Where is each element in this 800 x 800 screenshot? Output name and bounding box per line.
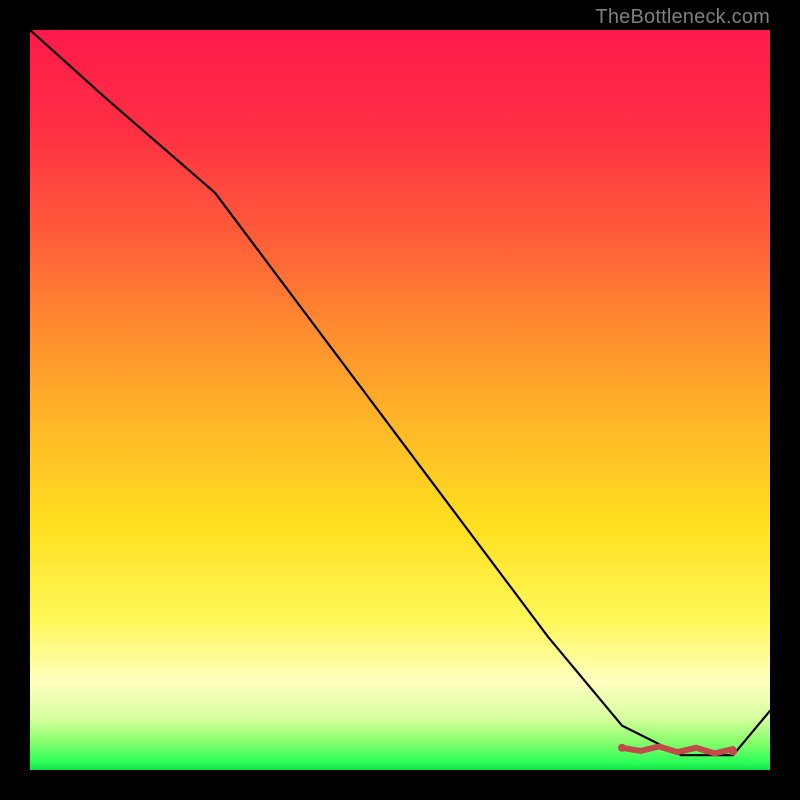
chart-frame: TheBottleneck.com xyxy=(0,0,800,800)
plot-area xyxy=(30,30,770,770)
attribution-text: TheBottleneck.com xyxy=(595,6,770,29)
